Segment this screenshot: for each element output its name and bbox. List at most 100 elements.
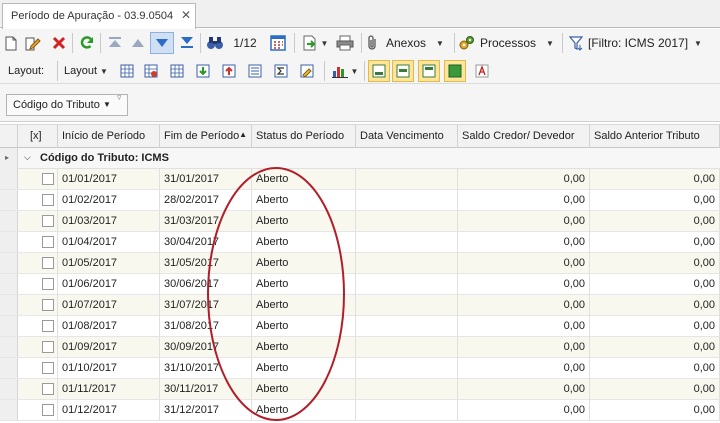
chip-dropdown-icon[interactable]: ▼: [103, 100, 111, 109]
cell-vencimento[interactable]: [356, 232, 458, 253]
cell-saldo[interactable]: 0,00: [458, 358, 590, 379]
header-data-vencimento[interactable]: Data Vencimento: [356, 125, 458, 148]
cell-fim[interactable]: 31/05/2017: [160, 253, 252, 274]
cell-status[interactable]: Aberto: [252, 295, 356, 316]
cell-status[interactable]: Aberto: [252, 337, 356, 358]
row-indicator[interactable]: [0, 211, 18, 231]
layout-dropdown[interactable]: Layout ▼: [64, 61, 116, 81]
header-status-periodo[interactable]: Status do Período: [252, 125, 356, 148]
cell-inicio[interactable]: 01/05/2017: [58, 253, 160, 274]
cell-saldo-anterior[interactable]: 0,00: [590, 253, 720, 274]
row-checkbox[interactable]: [42, 383, 54, 395]
cell-saldo[interactable]: 0,00: [458, 169, 590, 190]
table-row[interactable]: 01/03/2017 31/03/2017 Aberto 0,00 0,00: [0, 211, 720, 232]
header-checkbox[interactable]: [x]: [18, 125, 58, 148]
cell-saldo[interactable]: 0,00: [458, 190, 590, 211]
table-row[interactable]: 01/02/2017 28/02/2017 Aberto 0,00 0,00: [0, 190, 720, 211]
delete-layout-icon[interactable]: [142, 61, 160, 81]
table-row[interactable]: 01/10/2017 31/10/2017 Aberto 0,00 0,00: [0, 358, 720, 379]
group-by-chip[interactable]: Código do Tributo ▼ ▿: [6, 92, 128, 116]
cell-saldo[interactable]: 0,00: [458, 295, 590, 316]
cell-vencimento[interactable]: [356, 295, 458, 316]
table-row[interactable]: 01/08/2017 31/08/2017 Aberto 0,00 0,00: [0, 316, 720, 337]
cell-saldo-anterior[interactable]: 0,00: [590, 211, 720, 232]
row-checkbox[interactable]: [42, 257, 54, 269]
view-mode-3-icon[interactable]: [418, 60, 440, 82]
format-highlight-icon[interactable]: [298, 61, 316, 81]
row-checkbox[interactable]: [42, 362, 54, 374]
cell-saldo-anterior[interactable]: 0,00: [590, 379, 720, 400]
cell-saldo-anterior[interactable]: 0,00: [590, 400, 720, 421]
group-row-icms[interactable]: ▸ ⌵ Código do Tributo: ICMS: [0, 148, 720, 169]
table-row[interactable]: 01/09/2017 30/09/2017 Aberto 0,00 0,00: [0, 337, 720, 358]
print-icon[interactable]: [334, 33, 356, 53]
cell-status[interactable]: Aberto: [252, 253, 356, 274]
cell-status[interactable]: Aberto: [252, 274, 356, 295]
cell-saldo[interactable]: 0,00: [458, 337, 590, 358]
cell-inicio[interactable]: 01/11/2017: [58, 379, 160, 400]
table-row[interactable]: 01/05/2017 31/05/2017 Aberto 0,00 0,00: [0, 253, 720, 274]
cell-fim[interactable]: 31/08/2017: [160, 316, 252, 337]
cell-saldo[interactable]: 0,00: [458, 211, 590, 232]
view-mode-4-icon[interactable]: [444, 60, 466, 82]
row-checkbox[interactable]: [42, 236, 54, 248]
edit-record-icon[interactable]: [24, 33, 42, 53]
first-record-icon[interactable]: [106, 33, 124, 53]
row-indicator[interactable]: [0, 337, 18, 357]
row-indicator[interactable]: [0, 379, 18, 399]
cell-saldo-anterior[interactable]: 0,00: [590, 337, 720, 358]
cell-saldo-anterior[interactable]: 0,00: [590, 274, 720, 295]
cell-status[interactable]: Aberto: [252, 169, 356, 190]
row-indicator[interactable]: [0, 400, 18, 420]
cell-saldo[interactable]: 0,00: [458, 400, 590, 421]
view-mode-1-icon[interactable]: [368, 60, 390, 82]
cell-inicio[interactable]: 01/02/2017: [58, 190, 160, 211]
cell-fim[interactable]: 30/06/2017: [160, 274, 252, 295]
row-checkbox[interactable]: [42, 215, 54, 227]
row-indicator[interactable]: [0, 190, 18, 210]
font-format-icon[interactable]: [472, 61, 492, 81]
cell-saldo[interactable]: 0,00: [458, 253, 590, 274]
row-checkbox[interactable]: [42, 320, 54, 332]
cell-inicio[interactable]: 01/03/2017: [58, 211, 160, 232]
row-checkbox[interactable]: [42, 173, 54, 185]
new-record-icon[interactable]: [3, 33, 19, 53]
cell-status[interactable]: Aberto: [252, 400, 356, 421]
row-indicator[interactable]: [0, 295, 18, 315]
cell-fim[interactable]: 28/02/2017: [160, 190, 252, 211]
calendar-grid-icon[interactable]: [268, 33, 288, 53]
header-saldo-credor-devedor[interactable]: Saldo Credor/ Devedor: [458, 125, 590, 148]
cell-inicio[interactable]: 01/01/2017: [58, 169, 160, 190]
row-indicator[interactable]: [0, 253, 18, 273]
row-indicator[interactable]: [0, 274, 18, 294]
chart-dropdown-icon[interactable]: ▼: [330, 61, 360, 81]
row-checkbox[interactable]: [42, 299, 54, 311]
chip-filter-icon[interactable]: ▿: [117, 92, 122, 103]
document-tab[interactable]: Período de Apuração - 03.9.0504 ✕: [2, 3, 196, 29]
cell-inicio[interactable]: 01/04/2017: [58, 232, 160, 253]
previous-record-icon[interactable]: [130, 33, 146, 53]
cell-status[interactable]: Aberto: [252, 379, 356, 400]
cell-vencimento[interactable]: [356, 337, 458, 358]
search-binoculars-icon[interactable]: [204, 33, 226, 53]
cell-status[interactable]: Aberto: [252, 190, 356, 211]
processes-menu-button[interactable]: Processos ▼: [459, 33, 559, 53]
save-layout-icon[interactable]: [118, 61, 136, 81]
cell-fim[interactable]: 30/11/2017: [160, 379, 252, 400]
cell-fim[interactable]: 30/04/2017: [160, 232, 252, 253]
cell-vencimento[interactable]: [356, 274, 458, 295]
row-indicator[interactable]: [0, 316, 18, 336]
cell-vencimento[interactable]: [356, 358, 458, 379]
cell-saldo-anterior[interactable]: 0,00: [590, 295, 720, 316]
cell-saldo[interactable]: 0,00: [458, 274, 590, 295]
cell-fim[interactable]: 31/10/2017: [160, 358, 252, 379]
row-indicator[interactable]: [0, 358, 18, 378]
cell-status[interactable]: Aberto: [252, 316, 356, 337]
cell-vencimento[interactable]: [356, 253, 458, 274]
table-row[interactable]: 01/01/2017 31/01/2017 Aberto 0,00 0,00: [0, 169, 720, 190]
cell-status[interactable]: Aberto: [252, 358, 356, 379]
next-record-icon[interactable]: [150, 32, 174, 54]
cell-saldo-anterior[interactable]: 0,00: [590, 169, 720, 190]
cell-fim[interactable]: 31/03/2017: [160, 211, 252, 232]
table-row[interactable]: 01/04/2017 30/04/2017 Aberto 0,00 0,00: [0, 232, 720, 253]
